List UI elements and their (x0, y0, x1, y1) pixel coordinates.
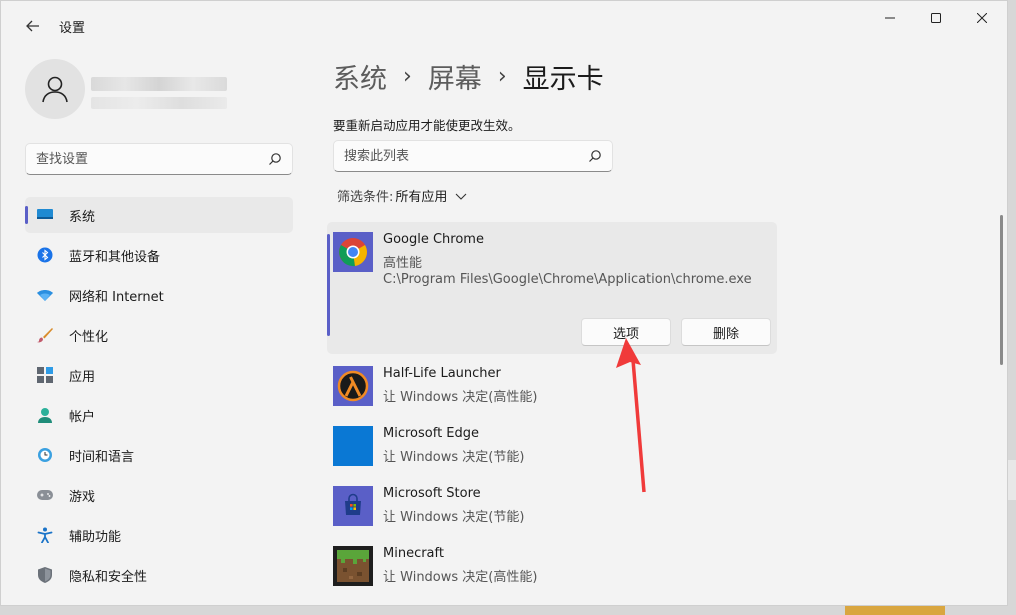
breadcrumb: 系统 › 屏幕 › 显示卡 (333, 57, 604, 96)
sidebar-item-label: 辅助功能 (69, 529, 122, 545)
sidebar-item-label: 蓝牙和其他设备 (69, 249, 161, 265)
half-life-icon (333, 366, 373, 406)
sidebar-nav: 系统 蓝牙和其他设备 网络和 Internet 个性化 应用 帐户 时间和语言 … (25, 197, 293, 597)
sidebar-item-label: 游戏 (69, 489, 96, 505)
filter-value: 所有应用 (395, 190, 448, 205)
user-email-blurred (91, 97, 227, 109)
sidebar-item-network[interactable]: 网络和 Internet (25, 277, 293, 313)
sidebar-item-label: 个性化 (69, 329, 109, 345)
list-search-input[interactable] (334, 141, 574, 171)
account-icon (37, 407, 53, 423)
app-path: C:\Program Files\Google\Chrome\Applicati… (383, 272, 752, 287)
app-name: Half-Life Launcher (383, 366, 501, 381)
title-bar: 设置 (1, 1, 1007, 49)
sidebar-item-gaming[interactable]: 游戏 (25, 477, 293, 513)
edge-icon (333, 426, 373, 466)
apps-icon (37, 367, 53, 383)
list-item-expanded[interactable]: Google Chrome 高性能 C:\Program Files\Googl… (327, 222, 777, 354)
sidebar-item-label: 时间和语言 (69, 449, 135, 465)
settings-search-input[interactable] (26, 144, 256, 174)
list-item[interactable]: Microsoft Store 让 Windows 决定(节能) (327, 482, 777, 542)
app-gpu-mode: 高性能 (383, 256, 423, 271)
maximize-icon (931, 13, 941, 23)
close-icon (977, 13, 987, 23)
settings-window: 设置 系统 蓝牙和 (0, 0, 1008, 606)
sidebar-item-time-language[interactable]: 时间和语言 (25, 437, 293, 473)
sidebar-item-label: 系统 (69, 209, 96, 225)
list-item[interactable]: Half-Life Launcher 让 Windows 决定(高性能) (327, 362, 777, 422)
sidebar-item-label: 应用 (69, 369, 96, 385)
sidebar-item-label: 帐户 (69, 409, 96, 425)
app-list: Google Chrome 高性能 C:\Program Files\Googl… (327, 222, 777, 602)
page-title: 显示卡 (522, 64, 604, 95)
search-icon (589, 150, 601, 162)
background-window-strip (845, 606, 945, 615)
sidebar-item-personalization[interactable]: 个性化 (25, 317, 293, 353)
sidebar-item-label: 网络和 Internet (69, 289, 164, 305)
user-icon (42, 76, 68, 103)
search-icon (269, 153, 281, 165)
breadcrumb-chevron-icon: › (497, 64, 507, 89)
main-content: 系统 › 屏幕 › 显示卡 要重新启动应用才能使更改生效。 筛选条件: 所有应用 (311, 49, 1007, 605)
options-button[interactable]: 选项 (581, 318, 671, 346)
sidebar-item-privacy[interactable]: 隐私和安全性 (25, 557, 293, 593)
list-search-field[interactable] (333, 140, 613, 172)
filter-label: 筛选条件: (337, 190, 394, 205)
system-display-icon (37, 207, 53, 223)
list-item[interactable]: Minecraft 让 Windows 决定(高性能) (327, 542, 777, 602)
settings-search-field[interactable] (25, 143, 293, 175)
filter-dropdown[interactable]: 筛选条件: 所有应用 (337, 186, 467, 205)
avatar (25, 59, 85, 119)
description-text: 要重新启动应用才能使更改生效。 (333, 118, 521, 133)
minimize-icon (885, 17, 895, 19)
clock-globe-icon (37, 447, 53, 463)
scrollbar[interactable] (1000, 215, 1003, 365)
breadcrumb-display[interactable]: 屏幕 (428, 57, 482, 96)
app-gpu-mode: 让 Windows 决定(节能) (383, 510, 525, 525)
delete-button[interactable]: 删除 (681, 318, 771, 346)
app-name: Microsoft Edge (383, 426, 480, 441)
store-icon (333, 486, 373, 526)
sidebar-item-apps[interactable]: 应用 (25, 357, 293, 393)
sidebar-item-accessibility[interactable]: 辅助功能 (25, 517, 293, 553)
minimize-button[interactable] (867, 1, 913, 35)
app-gpu-mode: 让 Windows 决定(高性能) (383, 390, 538, 405)
app-name: Minecraft (383, 546, 444, 561)
user-card[interactable] (25, 59, 295, 121)
bluetooth-icon (37, 247, 53, 263)
wifi-icon (37, 287, 53, 303)
app-name: Microsoft Store (383, 486, 481, 501)
list-item[interactable]: Microsoft Edge 让 Windows 决定(节能) (327, 422, 777, 482)
sidebar-item-label: 隐私和安全性 (69, 569, 148, 585)
app-title: 设置 (59, 21, 86, 36)
sidebar: 系统 蓝牙和其他设备 网络和 Internet 个性化 应用 帐户 (1, 49, 311, 605)
sidebar-item-accounts[interactable]: 帐户 (25, 397, 293, 433)
sidebar-item-bluetooth[interactable]: 蓝牙和其他设备 (25, 237, 293, 273)
brush-icon (37, 327, 53, 343)
breadcrumb-chevron-icon: › (403, 64, 412, 89)
app-name: Google Chrome (383, 232, 484, 247)
app-gpu-mode: 让 Windows 决定(节能) (383, 450, 525, 465)
breadcrumb-system[interactable]: 系统 (333, 57, 387, 96)
chrome-icon (333, 232, 373, 272)
accessibility-icon (37, 527, 53, 543)
user-name-blurred (91, 77, 227, 91)
back-button[interactable] (15, 11, 51, 41)
chevron-down-icon (456, 193, 467, 200)
maximize-button[interactable] (913, 1, 959, 35)
minecraft-icon (333, 546, 373, 586)
close-button[interactable] (959, 1, 1005, 35)
gamepad-icon (37, 487, 53, 503)
app-gpu-mode: 让 Windows 决定(高性能) (383, 570, 538, 585)
background-window-edge (1008, 460, 1016, 500)
shield-icon (37, 567, 53, 583)
sidebar-item-system[interactable]: 系统 (25, 197, 293, 233)
back-arrow-icon (26, 20, 39, 32)
